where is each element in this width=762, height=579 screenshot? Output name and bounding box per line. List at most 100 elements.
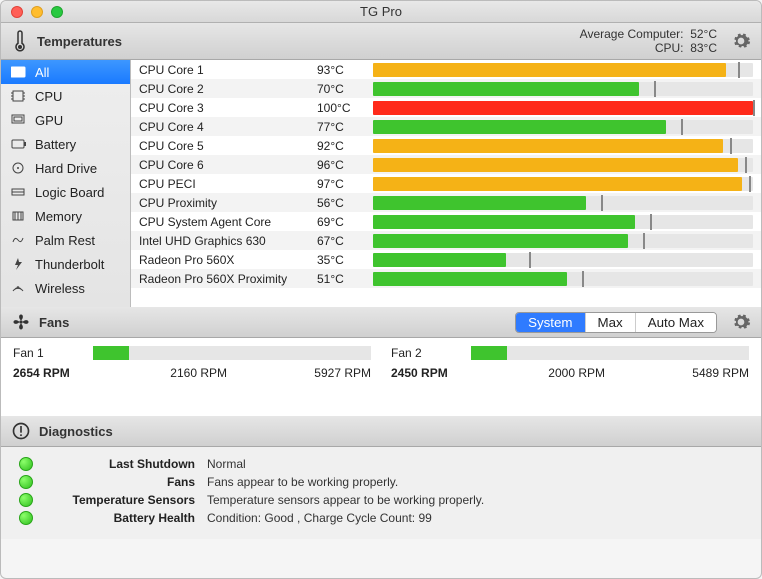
diagnostic-label: Temperature Sensors: [45, 493, 195, 507]
sensor-row: Radeon Pro 560X35°C: [131, 250, 761, 269]
sensor-value: 93°C: [317, 63, 367, 77]
fans-title: Fans: [39, 315, 69, 330]
hard-drive-icon: [11, 161, 27, 175]
status-dot-icon: [19, 475, 33, 489]
sensor-value: 92°C: [317, 139, 367, 153]
diagnostics-header: Diagnostics: [1, 416, 761, 447]
sensor-row: CPU Core 193°C: [131, 60, 761, 79]
sensor-name: Intel UHD Graphics 630: [131, 234, 317, 248]
alert-circle-icon: [11, 421, 31, 441]
diagnostic-label: Fans: [45, 475, 195, 489]
sidebar-item-label: Hard Drive: [35, 161, 97, 176]
sidebar-item-wireless[interactable]: Wireless: [1, 276, 130, 300]
seg-system[interactable]: System: [516, 313, 584, 332]
sidebar-item-label: Memory: [35, 209, 82, 224]
diagnostic-value: Fans appear to be working properly.: [207, 475, 398, 489]
gear-icon[interactable]: [731, 312, 751, 332]
avg-computer-label: Average Computer:: [580, 27, 684, 41]
maximize-button[interactable]: [51, 6, 63, 18]
sensor-list[interactable]: CPU Core 193°CCPU Core 270°CCPU Core 310…: [131, 60, 761, 307]
sidebar-item-label: All: [35, 65, 49, 80]
sensor-value: 70°C: [317, 82, 367, 96]
sensor-row: CPU Core 270°C: [131, 79, 761, 98]
avg-cpu-value: 83°C: [690, 41, 717, 55]
sensor-bar: [373, 139, 753, 153]
sensor-value: 97°C: [317, 177, 367, 191]
seg-automax[interactable]: Auto Max: [635, 313, 716, 332]
sidebar-item-thunderbolt[interactable]: Thunderbolt: [1, 252, 130, 276]
sensor-bar: [373, 158, 753, 172]
sidebar-item-all[interactable]: All: [1, 60, 130, 84]
close-button[interactable]: [11, 6, 23, 18]
sensor-value: 96°C: [317, 158, 367, 172]
sidebar-item-label: GPU: [35, 113, 63, 128]
sensor-bar: [373, 82, 753, 96]
diagnostics-body: Last ShutdownNormalFansFans appear to be…: [1, 447, 761, 539]
sensor-row: CPU Core 592°C: [131, 136, 761, 155]
status-dot-icon: [19, 493, 33, 507]
sensor-name: CPU Core 2: [131, 82, 317, 96]
sidebar: All CPU GPU Battery Hard Drive Logic Board Mem…: [1, 60, 131, 307]
seg-max[interactable]: Max: [585, 313, 635, 332]
sensor-row: CPU Core 477°C: [131, 117, 761, 136]
thermometer-icon: [11, 29, 29, 53]
diagnostic-value: Normal: [207, 457, 246, 471]
fan-rpm-current: 2654 RPM: [13, 366, 83, 380]
sensor-row: CPU Core 696°C: [131, 155, 761, 174]
sidebar-item-label: Wireless: [35, 281, 85, 296]
avg-readout: Average Computer: 52°C CPU: 83°C: [580, 27, 717, 55]
fan-rpm-max: 5927 RPM: [314, 366, 371, 380]
status-dot-icon: [19, 457, 33, 471]
sensor-value: 67°C: [317, 234, 367, 248]
sensor-name: CPU Core 6: [131, 158, 317, 172]
diagnostics-title: Diagnostics: [39, 424, 113, 439]
sidebar-item-label: Thunderbolt: [35, 257, 104, 272]
fans-body: Fan 1 2654 RPM 2160 RPM 5927 RPM Fan 22450 R…: [1, 338, 761, 416]
traffic-lights: [1, 6, 63, 18]
sidebar-item-palm-rest[interactable]: Palm Rest: [1, 228, 130, 252]
temperatures-header: Temperatures Average Computer: 52°C CPU:…: [1, 23, 761, 60]
sensor-value: 56°C: [317, 196, 367, 210]
sidebar-item-battery[interactable]: Battery: [1, 132, 130, 156]
logic-board-icon: [11, 185, 27, 199]
sensor-value: 51°C: [317, 272, 367, 286]
memory-icon: [11, 209, 27, 223]
sidebar-item-label: CPU: [35, 89, 62, 104]
sensor-bar: [373, 63, 753, 77]
fans-header: Fans System Max Auto Max: [1, 307, 761, 338]
fan-bar: [93, 346, 371, 360]
avg-cpu-label: CPU:: [655, 41, 684, 55]
gear-icon[interactable]: [731, 31, 751, 51]
all-icon: [11, 65, 27, 79]
sensor-name: CPU PECI: [131, 177, 317, 191]
sensor-name: Radeon Pro 560X: [131, 253, 317, 267]
fan-rpm-max: 5489 RPM: [692, 366, 749, 380]
diagnostic-value: Temperature sensors appear to be working…: [207, 493, 484, 507]
temperatures-body: All CPU GPU Battery Hard Drive Logic Board Mem…: [1, 60, 761, 307]
sensor-row: CPU Proximity56°C: [131, 193, 761, 212]
sensor-name: CPU Core 1: [131, 63, 317, 77]
fan-name: Fan 1: [13, 346, 83, 360]
sensor-bar: [373, 101, 753, 115]
sidebar-item-logic-board[interactable]: Logic Board: [1, 180, 130, 204]
fan-rpm-current: 2450 RPM: [391, 366, 461, 380]
sensor-row: Intel UHD Graphics 63067°C: [131, 231, 761, 250]
sensor-row: CPU Core 3100°C: [131, 98, 761, 117]
palm-rest-icon: [11, 233, 27, 247]
fan-rpm-min: 2160 RPM: [170, 366, 227, 380]
sensor-bar: [373, 272, 753, 286]
sidebar-item-hard-drive[interactable]: Hard Drive: [1, 156, 130, 180]
thunderbolt-icon: [11, 257, 27, 271]
sensor-name: CPU System Agent Core: [131, 215, 317, 229]
sidebar-item-memory[interactable]: Memory: [1, 204, 130, 228]
sidebar-item-label: Palm Rest: [35, 233, 95, 248]
fan-mode-segmented[interactable]: System Max Auto Max: [515, 312, 717, 333]
sensor-bar: [373, 215, 753, 229]
diagnostic-row: Fans Fans appear to be working properly.: [19, 473, 743, 491]
status-dot-icon: [19, 511, 33, 525]
fan-block: Fan 22450 RPM2000 RPM5489 RPM: [391, 346, 749, 398]
sidebar-item-label: Logic Board: [35, 185, 104, 200]
minimize-button[interactable]: [31, 6, 43, 18]
sidebar-item-cpu[interactable]: CPU: [1, 84, 130, 108]
sidebar-item-gpu[interactable]: GPU: [1, 108, 130, 132]
